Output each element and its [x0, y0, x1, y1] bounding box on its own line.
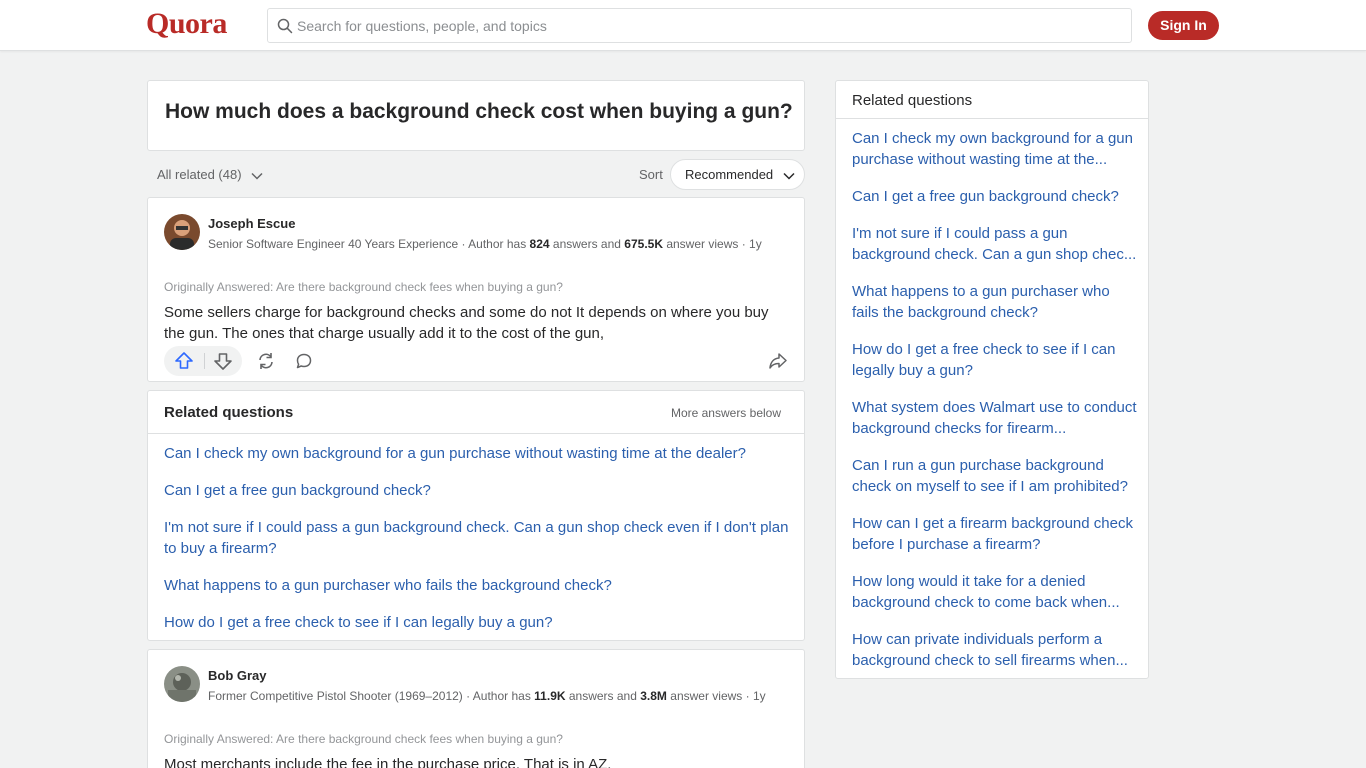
upvote-icon[interactable]	[174, 351, 194, 371]
answer-body[interactable]: Some sellers charge for background check…	[164, 302, 784, 344]
sidebar-question-link[interactable]: What system does Walmart use to conduct …	[852, 397, 1137, 439]
answer-filter-row: All related (48) Sort Recommended	[147, 159, 805, 191]
credential-text: answers and	[565, 689, 641, 703]
answer-body[interactable]: Most merchants include the fee in the pu…	[164, 754, 784, 768]
related-questions-header: Related questions More answers below	[148, 391, 804, 434]
all-related-label: All related (48)	[157, 167, 242, 182]
credential-text: Senior Software Engineer 40 Years Experi…	[208, 237, 530, 251]
author-credential: Senior Software Engineer 40 Years Experi…	[208, 235, 788, 254]
author-name[interactable]: Joseph Escue	[208, 216, 295, 231]
sidebar-header: Related questions	[836, 81, 1148, 119]
author-name[interactable]: Bob Gray	[208, 668, 267, 683]
sort-value: Recommended	[685, 167, 774, 182]
author-avatar[interactable]	[164, 666, 200, 702]
sidebar-question-link[interactable]: I'm not sure if I could pass a gun backg…	[852, 223, 1137, 265]
related-question-link[interactable]: I'm not sure if I could pass a gun backg…	[164, 517, 794, 559]
answers-count: 11.9K	[534, 689, 566, 703]
sidebar-question-link[interactable]: What happens to a gun purchaser who fail…	[852, 281, 1137, 323]
question-card: How much does a background check cost wh…	[147, 80, 805, 151]
credential-text: answer views · 1y	[666, 689, 766, 703]
answer-card: Joseph Escue Senior Software Engineer 40…	[147, 197, 805, 382]
search-input[interactable]	[297, 9, 1117, 42]
credential-text: answers and	[549, 237, 625, 251]
related-question-link[interactable]: Can I get a free gun background check?	[164, 480, 794, 501]
chevron-down-icon	[251, 172, 263, 180]
chevron-down-icon	[783, 172, 795, 180]
vote-pill	[164, 346, 242, 376]
search-bar[interactable]	[267, 8, 1132, 43]
comment-icon[interactable]	[294, 351, 314, 371]
vote-divider	[204, 353, 205, 369]
author-credential: Former Competitive Pistol Shooter (1969–…	[208, 687, 788, 706]
sidebar-question-link[interactable]: Can I run a gun purchase background chec…	[852, 455, 1137, 497]
answer-actions	[164, 346, 790, 376]
sign-in-button[interactable]: Sign In	[1148, 11, 1219, 40]
author-avatar[interactable]	[164, 214, 200, 250]
related-questions-sidebar: Related questions Can I check my own bac…	[835, 80, 1149, 679]
related-question-link[interactable]: How do I get a free check to see if I ca…	[164, 612, 794, 633]
sidebar-question-link[interactable]: Can I check my own background for a gun …	[852, 128, 1137, 170]
originally-answered[interactable]: Originally Answered: Are there backgroun…	[164, 732, 563, 746]
sidebar-question-link[interactable]: How long would it take for a denied back…	[852, 571, 1137, 613]
sidebar-question-link[interactable]: How can I get a firearm background check…	[852, 513, 1137, 555]
related-question-link[interactable]: Can I check my own background for a gun …	[164, 443, 794, 464]
all-related-dropdown[interactable]: All related (48)	[157, 167, 263, 182]
sidebar-question-link[interactable]: Can I get a free gun background check?	[852, 186, 1137, 207]
related-questions-title: Related questions	[164, 404, 294, 421]
search-icon	[277, 18, 293, 34]
share-icon[interactable]	[768, 351, 788, 371]
answer-card: Bob Gray Former Competitive Pistol Shoot…	[147, 649, 805, 768]
more-answers-below[interactable]: More answers below	[671, 406, 781, 420]
related-question-link[interactable]: What happens to a gun purchaser who fail…	[164, 575, 794, 596]
downvote-icon[interactable]	[213, 351, 233, 371]
quora-logo[interactable]: Quora	[146, 7, 227, 41]
answers-count: 824	[529, 237, 550, 251]
views-count: 3.8M	[640, 689, 667, 703]
sidebar-question-link[interactable]: How can private individuals perform a ba…	[852, 629, 1137, 671]
sort-label: Sort	[639, 167, 663, 182]
originally-answered[interactable]: Originally Answered: Are there backgroun…	[164, 280, 563, 294]
top-navigation-bar: Quora Sign In	[0, 0, 1366, 51]
views-count: 675.5K	[624, 237, 663, 251]
question-title: How much does a background check cost wh…	[165, 100, 793, 123]
credential-text: Former Competitive Pistol Shooter (1969–…	[208, 689, 535, 703]
reshare-icon[interactable]	[256, 351, 276, 371]
sort-dropdown[interactable]: Recommended	[670, 159, 805, 190]
sidebar-title: Related questions	[852, 92, 973, 109]
credential-text: answer views · 1y	[663, 237, 762, 251]
sidebar-question-link[interactable]: How do I get a free check to see if I ca…	[852, 339, 1137, 381]
related-questions-inline: Related questions More answers below Can…	[147, 390, 805, 641]
